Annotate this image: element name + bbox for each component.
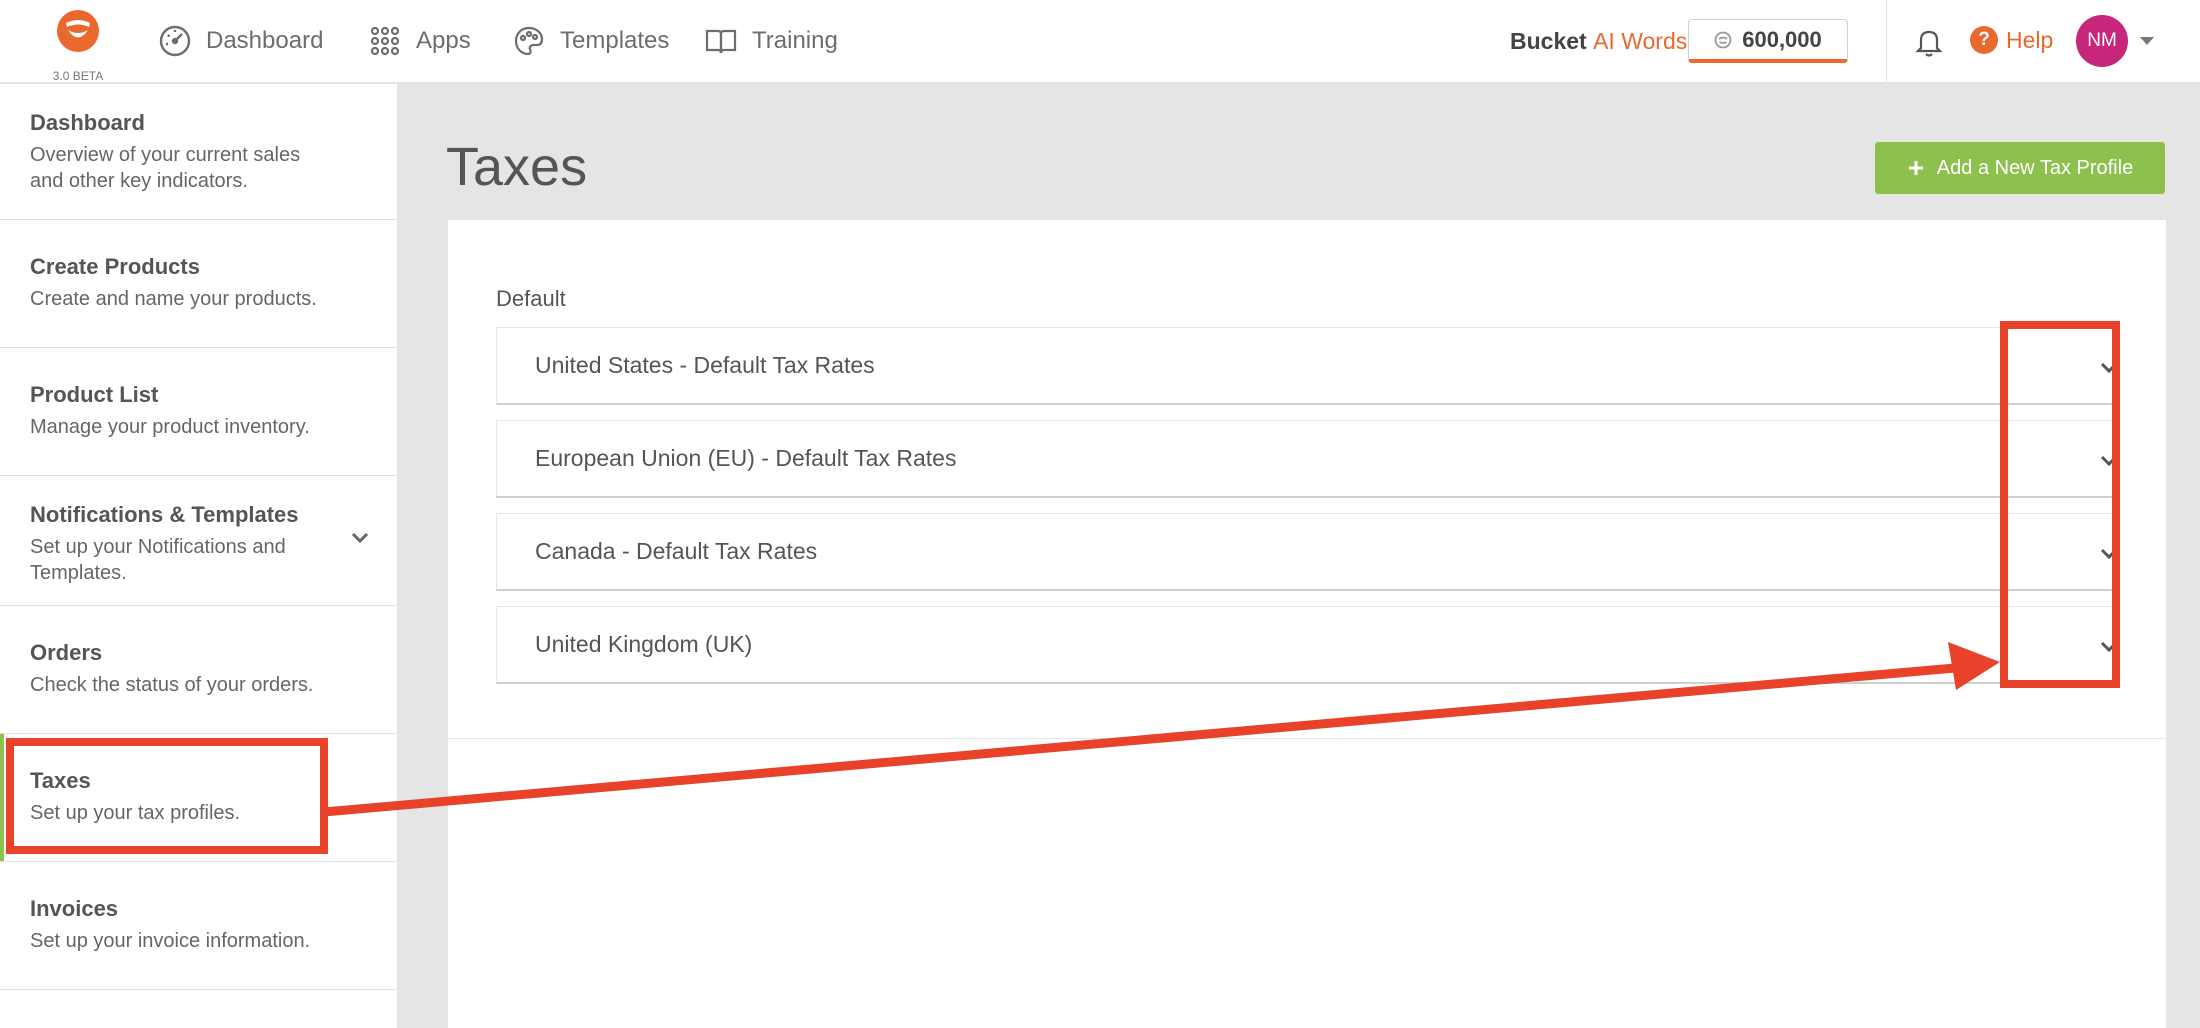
book-icon (705, 29, 737, 54)
sidebar-item-title: Notifications & Templates (30, 502, 299, 527)
chevron-down-icon[interactable] (2097, 635, 2121, 659)
add-tax-profile-label: Add a New Tax Profile (1936, 156, 2134, 179)
sidebar-item-title: Dashboard (30, 110, 145, 135)
sidebar-item-desc: Manage your product inventory. (30, 416, 310, 438)
help-label: Help (2006, 26, 2054, 53)
ai-words-count: 600,000 (1742, 26, 1822, 52)
sidebar-item-title: Orders (30, 640, 103, 665)
tax-profile-row[interactable]: United Kingdom (UK) (496, 606, 2118, 684)
tax-profile-label: Canada - Default Tax Rates (535, 538, 818, 564)
question-icon: ? (1970, 26, 1998, 54)
sidebar-item-desc: Set up your invoice information. (30, 930, 311, 952)
tax-profile-label: United Kingdom (UK) (535, 631, 753, 657)
chevron-down-icon[interactable] (2097, 449, 2121, 473)
chevron-down-icon[interactable] (348, 526, 372, 550)
ai-words-counter[interactable]: 600,000 (1688, 19, 1848, 63)
bucket-label-text: Bucket (1510, 28, 1587, 54)
logo-icon (57, 10, 99, 52)
nav-apps-label: Apps (416, 27, 471, 54)
caret-down-icon[interactable] (2138, 32, 2156, 50)
sidebar-item-product-list[interactable]: Product List Manage your product invento… (0, 348, 398, 476)
sidebar-item-desc: Check the status of your orders. (30, 674, 314, 696)
top-bar: 3.0 BETA Dashboard Apps Templates Traini… (0, 0, 2200, 83)
palette-icon (514, 26, 544, 56)
sidebar-item-title: Taxes (30, 768, 91, 793)
bucket-label: Bucket AI Words (1510, 28, 1687, 55)
sidebar-item-create-products[interactable]: Create Products Create and name your pro… (0, 220, 398, 348)
logo-badge: 3.0 BETA (52, 69, 104, 83)
sidebar-item-desc: Set up your tax profiles. (30, 802, 241, 824)
tax-profile-label: United States - Default Tax Rates (535, 352, 875, 378)
tax-profile-row[interactable]: European Union (EU) - Default Tax Rates (496, 420, 2118, 498)
help-link[interactable]: ? Help (1970, 26, 2053, 54)
chevron-down-icon[interactable] (2097, 356, 2121, 380)
sidebar-item-notifications-templates[interactable]: Notifications & Templates Set up your No… (0, 476, 398, 606)
tax-profile-row[interactable]: United States - Default Tax Rates (496, 327, 2118, 405)
add-tax-profile-button[interactable]: Add a New Tax Profile (1875, 142, 2165, 194)
nav-dashboard[interactable]: Dashboard (158, 20, 323, 62)
nav-dashboard-label: Dashboard (206, 27, 324, 54)
coin-icon (1714, 31, 1732, 48)
section-label: Default (496, 286, 566, 311)
gauge-icon (159, 25, 191, 57)
tax-profiles-card: Default United States - Default Tax Rate… (448, 220, 2166, 1028)
chevron-down-icon[interactable] (2097, 542, 2121, 566)
grid-icon (370, 26, 400, 56)
sidebar-item-taxes[interactable]: Taxes Set up your tax profiles. (0, 734, 398, 862)
sidebar-item-title: Invoices (30, 896, 119, 921)
sidebar: Dashboard Overview of your current sales… (0, 84, 398, 1028)
sidebar-item-desc: Overview of your current sales and other… (30, 144, 301, 192)
nav-training[interactable]: Training (704, 20, 838, 62)
tax-profile-label: European Union (EU) - Default Tax Rates (535, 445, 957, 471)
sidebar-item-orders[interactable]: Orders Check the status of your orders. (0, 606, 398, 734)
sidebar-item-invoices[interactable]: Invoices Set up your invoice information… (0, 862, 398, 990)
sidebar-item-desc: Create and name your products. (30, 288, 317, 310)
nav-templates-label: Templates (560, 27, 670, 54)
sidebar-item-title: Create Products (30, 254, 200, 279)
tax-profile-row[interactable]: Canada - Default Tax Rates (496, 513, 2118, 591)
nav-apps[interactable]: Apps (368, 20, 471, 62)
bell-icon[interactable] (1914, 26, 1944, 58)
plus-icon (1908, 161, 1923, 175)
avatar[interactable]: NM (2076, 15, 2128, 67)
page-title: Taxes (446, 137, 588, 197)
card-divider (448, 738, 2166, 739)
sidebar-item-desc: Set up your Notifications and Templates. (30, 536, 286, 584)
bucket-label-accent: AI Words (1593, 28, 1688, 54)
nav-templates[interactable]: Templates (512, 20, 669, 62)
logo[interactable]: 3.0 BETA (50, 9, 106, 83)
nav-training-label: Training (752, 27, 838, 54)
sidebar-item-title: Product List (30, 382, 159, 407)
top-divider (1886, 0, 1887, 83)
sidebar-item-dashboard[interactable]: Dashboard Overview of your current sales… (0, 84, 398, 220)
